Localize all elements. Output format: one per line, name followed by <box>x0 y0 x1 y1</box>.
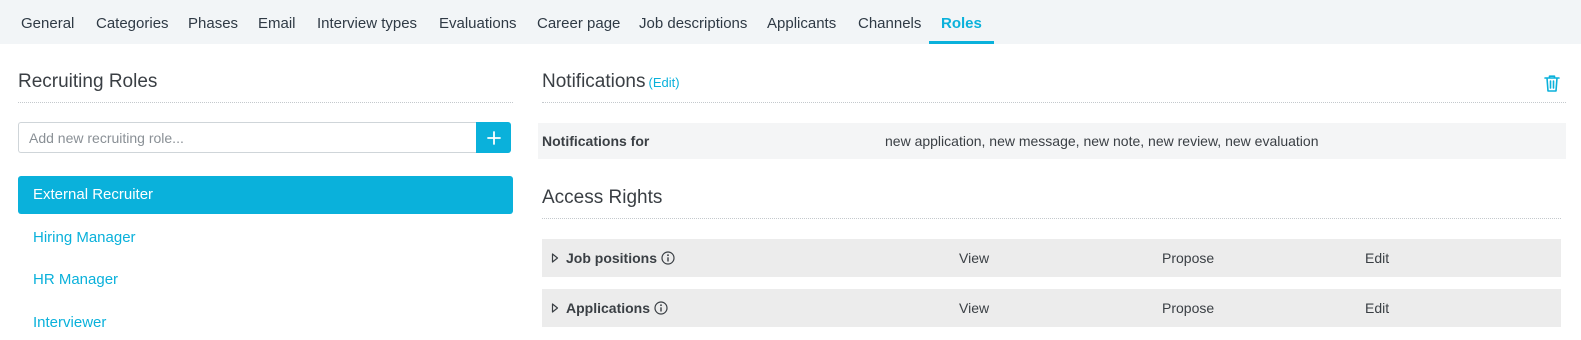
permission-view[interactable]: View <box>959 239 989 277</box>
tab-channels[interactable]: Channels <box>858 0 921 44</box>
notifications-divider <box>542 102 1566 103</box>
tab-general[interactable]: General <box>21 0 74 44</box>
tab-career-page[interactable]: Career page <box>537 0 620 44</box>
access-row-label: Job positions <box>566 250 657 266</box>
permission-edit[interactable]: Edit <box>1365 289 1389 327</box>
new-role-input[interactable] <box>18 122 477 153</box>
trash-icon <box>1544 75 1560 92</box>
access-row-name[interactable]: Job positions <box>566 239 675 277</box>
info-icon[interactable] <box>661 251 675 265</box>
role-item-hiring-manager[interactable]: Hiring Manager <box>18 219 513 257</box>
role-item-external-recruiter[interactable]: External Recruiter <box>18 176 513 214</box>
expand-caret-icon[interactable] <box>550 252 560 264</box>
recruiting-roles-divider <box>18 102 513 103</box>
permission-propose[interactable]: Propose <box>1162 239 1214 277</box>
plus-icon <box>486 130 501 145</box>
access-row-applications: Applications View Propose Edit <box>542 289 1561 327</box>
notifications-for-label: Notifications for <box>542 133 650 149</box>
tab-categories[interactable]: Categories <box>96 0 169 44</box>
access-rights-divider <box>542 218 1561 219</box>
info-icon[interactable] <box>654 301 668 315</box>
settings-tab-bar: General Categories Phases Email Intervie… <box>0 0 1581 44</box>
tab-email[interactable]: Email <box>258 0 296 44</box>
access-rights-title: Access Rights <box>542 187 663 208</box>
access-row-label: Applications <box>566 300 651 316</box>
add-role-button[interactable] <box>476 122 511 153</box>
tab-roles[interactable]: Roles <box>929 0 994 44</box>
tab-phases[interactable]: Phases <box>188 0 238 44</box>
edit-notifications-link[interactable]: (Edit) <box>649 75 680 90</box>
notifications-title: Notifications <box>542 71 646 92</box>
tab-evaluations[interactable]: Evaluations <box>439 0 517 44</box>
recruiting-roles-title: Recruiting Roles <box>18 71 158 92</box>
role-item-hr-manager[interactable]: HR Manager <box>18 261 513 299</box>
notifications-heading: Notifications (Edit) <box>542 71 680 93</box>
tab-job-descriptions[interactable]: Job descriptions <box>639 0 747 44</box>
expand-caret-icon[interactable] <box>550 302 560 314</box>
tab-interview-types[interactable]: Interview types <box>317 0 417 44</box>
access-row-name[interactable]: Applications <box>566 289 668 327</box>
tab-applicants[interactable]: Applicants <box>767 0 836 44</box>
permission-edit[interactable]: Edit <box>1365 239 1389 277</box>
notifications-row: Notifications for new application, new m… <box>538 123 1566 159</box>
role-item-interviewer[interactable]: Interviewer <box>18 304 513 340</box>
access-row-job-positions: Job positions View Propose Edit <box>542 239 1561 277</box>
permission-view[interactable]: View <box>959 289 989 327</box>
notifications-for-value: new application, new message, new note, … <box>885 133 1319 149</box>
delete-role-button[interactable] <box>1542 73 1562 93</box>
permission-propose[interactable]: Propose <box>1162 289 1214 327</box>
